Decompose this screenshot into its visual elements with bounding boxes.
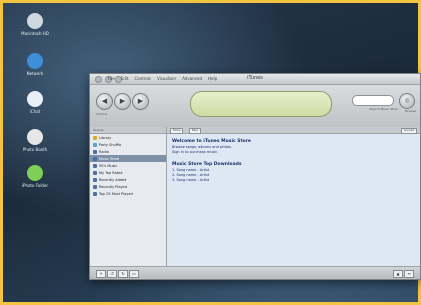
desktop-icon[interactable]: iChat (15, 91, 55, 114)
music-store-pane: Home Back Account Welcome to iTunes Musi… (167, 127, 420, 267)
playlist-icon (93, 149, 97, 154)
desktop-icon[interactable]: Photo Booth (15, 129, 55, 152)
statusbar-button[interactable]: ⤮ (107, 270, 117, 278)
desktop-icon-label: Macintosh HD (21, 31, 49, 36)
next-button[interactable]: ▶ (132, 93, 149, 110)
source-item[interactable]: My Top Rated (90, 169, 166, 176)
desktop-icon-image (27, 53, 43, 69)
desktop-icon-label: iChat (29, 109, 41, 114)
source-item-label: Recently Added (99, 177, 127, 182)
search-label: Search Music Store (369, 107, 398, 111)
store-nav-bar: Home Back Account (167, 127, 420, 134)
store-text-line[interactable]: Sign in to purchase music. (172, 150, 415, 154)
search-input[interactable] (352, 95, 394, 106)
source-item[interactable]: Top 25 Most Played (90, 190, 166, 197)
itunes-window: File Edit Controls Visualizer Advanced Help i… (89, 73, 421, 280)
content-area: Source Library Party Shuffle Radio Music St… (90, 127, 420, 267)
desktop-icon-label: Network (26, 71, 44, 76)
source-list: Source Library Party Shuffle Radio Music St… (90, 127, 167, 267)
playlist-icon (93, 184, 97, 189)
play-button[interactable]: ▶ (114, 93, 131, 110)
source-item[interactable]: Music Store (90, 155, 166, 162)
source-item-label: Top 25 Most Played (99, 191, 133, 196)
desktop-icon-image (27, 129, 43, 145)
source-item[interactable]: Library (90, 134, 166, 141)
browse-label: Browse (405, 109, 416, 113)
playlist-icon (93, 177, 97, 182)
desktop-icon-label: iPhoto Folder (21, 183, 49, 188)
source-item[interactable]: 90's Music (90, 162, 166, 169)
store-content: Welcome to iTunes Music Store Browse song… (167, 134, 420, 187)
playlist-icon (93, 170, 97, 175)
playlist-icon (93, 142, 97, 147)
store-text-line[interactable]: 1. Song name - Artist (172, 168, 415, 172)
status-display (190, 91, 332, 117)
store-text-line[interactable]: 2. Song name - Artist (172, 173, 415, 177)
source-items: Library Party Shuffle Radio Music Store 90's… (90, 134, 166, 197)
statusbar-button[interactable]: ≡ (404, 270, 414, 278)
playlist-icon (93, 163, 97, 168)
section-heading: Music Store Top Downloads (172, 162, 242, 167)
source-item-label: My Top Rated (99, 170, 123, 175)
statusbar-button[interactable]: ▭ (129, 270, 139, 278)
desktop-icon[interactable]: Macintosh HD (15, 13, 55, 36)
previous-button[interactable]: ◀ (96, 93, 113, 110)
desktop-icon-image (27, 165, 43, 181)
playlist-icon (93, 135, 97, 140)
back-button[interactable]: Back (189, 128, 202, 134)
source-item[interactable]: Recently Played (90, 183, 166, 190)
statusbar-button[interactable]: ▲ (393, 270, 403, 278)
source-item[interactable]: Recently Added (90, 176, 166, 183)
source-item[interactable]: Radio (90, 148, 166, 155)
statusbar-button[interactable]: ↻ (118, 270, 128, 278)
store-text-line[interactable]: 3. Song name - Artist (172, 178, 415, 182)
playlist-icon (93, 191, 97, 196)
desktop-icon-image (27, 13, 43, 29)
playlist-icon (93, 156, 97, 161)
source-item-label: Radio (99, 149, 109, 154)
source-item-label: Recently Played (99, 184, 127, 189)
browse-button[interactable]: ◎ (399, 93, 415, 109)
source-header: Source (90, 127, 166, 134)
store-text-line[interactable]: Browse songs, albums and artists. (172, 145, 415, 149)
account-button[interactable]: Account (400, 128, 417, 134)
window-title: iTunes (247, 75, 263, 81)
source-item-label: Music Store (99, 156, 120, 161)
source-item-label: 90's Music (99, 163, 118, 168)
source-item-label: Library (99, 135, 112, 140)
volume-label: Volume (96, 112, 108, 116)
desktop-icon[interactable]: iPhoto Folder (15, 165, 55, 188)
source-item[interactable]: Party Shuffle (90, 141, 166, 148)
title-bar[interactable]: File Edit Controls Visualizer Advanced Help i… (90, 74, 420, 85)
section-heading: Welcome to iTunes Music Store (172, 139, 251, 144)
statusbar-button[interactable]: + (96, 270, 106, 278)
toolbar: ◀ ▶ ▶ Search Music Store ◎ Browse Volume (90, 85, 420, 128)
status-bar: + ⤮ ↻ ▭ ≡ ▲ (90, 266, 420, 279)
desktop-icon-image (27, 91, 43, 107)
desktop-icon-label: Photo Booth (22, 147, 48, 152)
screenshot-frame: Macintosh HD Network iChat Photo Booth iPhot… (0, 0, 421, 305)
source-item-label: Party Shuffle (99, 142, 122, 147)
home-button[interactable]: Home (170, 128, 184, 134)
desktop-icon[interactable]: Network (15, 53, 55, 76)
